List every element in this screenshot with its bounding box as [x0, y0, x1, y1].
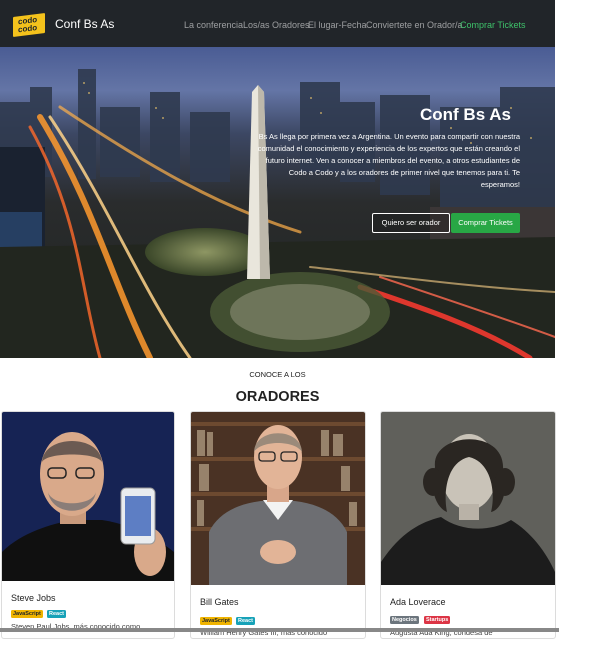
speaker-card-ada-loverace[interactable]: Ada Loverace Negocios Startups Augusta A… — [380, 411, 556, 639]
bill-gates-photo — [191, 412, 365, 585]
badge-startups: Startups — [424, 616, 451, 624]
navbar: codo codo Conf Bs As La conferencia Los/… — [0, 0, 555, 47]
speaker-name: Steve Jobs — [11, 593, 56, 603]
quiero-ser-orador-button[interactable]: Quiero ser orador — [372, 213, 450, 233]
badge-negocios: Negocios — [390, 616, 419, 624]
nav-link-comprar-tickets[interactable]: Comprar Tickets — [460, 20, 526, 30]
nav-link-oradores[interactable]: Los/as Oradores — [243, 20, 310, 30]
speaker-name: Bill Gates — [200, 597, 239, 607]
nav-link-lugar-fecha[interactable]: El lugar-Fecha — [308, 20, 367, 30]
badge-react: React — [236, 617, 255, 625]
buenos-aires-obelisk-photo — [0, 69, 555, 358]
brand-title[interactable]: Conf Bs As — [55, 17, 114, 31]
section-kicker: CONOCE A LOS — [249, 370, 306, 379]
logo-line-2: codo — [18, 23, 38, 35]
badge-javascript: JavaScript — [11, 610, 43, 618]
section-heading: ORADORES — [235, 389, 320, 405]
speaker-card-steve-jobs[interactable]: Steve Jobs JavaScript React Steven Paul … — [1, 411, 175, 639]
ada-loverace-portrait — [381, 412, 555, 585]
codo-a-codo-logo[interactable]: codo codo — [13, 13, 45, 37]
nav-link-conviertete-orador[interactable]: Conviertete en Orador/a — [366, 20, 463, 30]
comprar-tickets-button[interactable]: Comprar Tickets — [451, 213, 520, 233]
hero-banner: Conf Bs As Bs As llega por primera vez a… — [0, 47, 555, 358]
horizontal-scrollbar[interactable] — [0, 628, 559, 632]
speaker-name: Ada Loverace — [390, 597, 446, 607]
badge-react: React — [47, 610, 66, 618]
badge-javascript: JavaScript — [200, 617, 232, 625]
nav-link-conferencia[interactable]: La conferencia — [184, 20, 243, 30]
hero-description: Bs As llega por primera vez a Argentina.… — [257, 132, 520, 189]
hero-title: Conf Bs As — [420, 105, 511, 124]
speaker-card-bill-gates[interactable]: Bill Gates JavaScript React William Henr… — [190, 411, 366, 639]
steve-jobs-photo — [2, 412, 174, 581]
